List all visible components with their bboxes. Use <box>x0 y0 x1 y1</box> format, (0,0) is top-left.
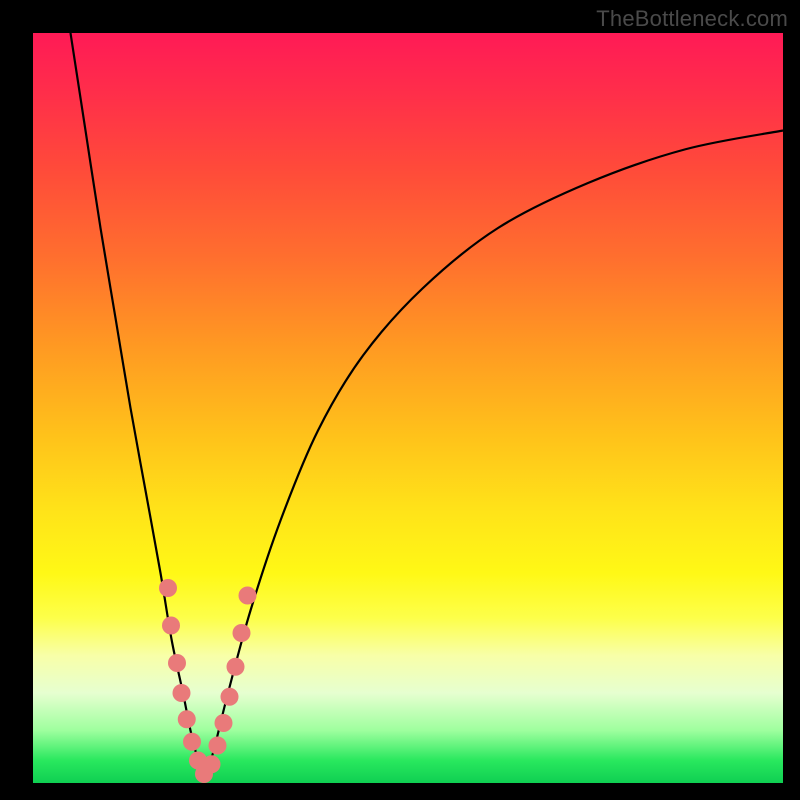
marker-dot <box>173 684 191 702</box>
marker-dot <box>203 755 221 773</box>
marker-dot <box>233 624 251 642</box>
marker-dot <box>209 737 227 755</box>
marker-dot <box>221 688 239 706</box>
curve-right-arm <box>204 131 783 780</box>
marker-dot <box>183 733 201 751</box>
marker-dot <box>162 617 180 635</box>
chart-frame: TheBottleneck.com <box>0 0 800 800</box>
plot-area <box>33 33 783 783</box>
marker-dot <box>168 654 186 672</box>
marker-group <box>159 579 257 783</box>
marker-dot <box>239 587 257 605</box>
marker-dot <box>178 710 196 728</box>
curve-layer <box>33 33 783 783</box>
watermark-text: TheBottleneck.com <box>596 6 788 32</box>
marker-dot <box>215 714 233 732</box>
marker-dot <box>227 658 245 676</box>
marker-dot <box>159 579 177 597</box>
